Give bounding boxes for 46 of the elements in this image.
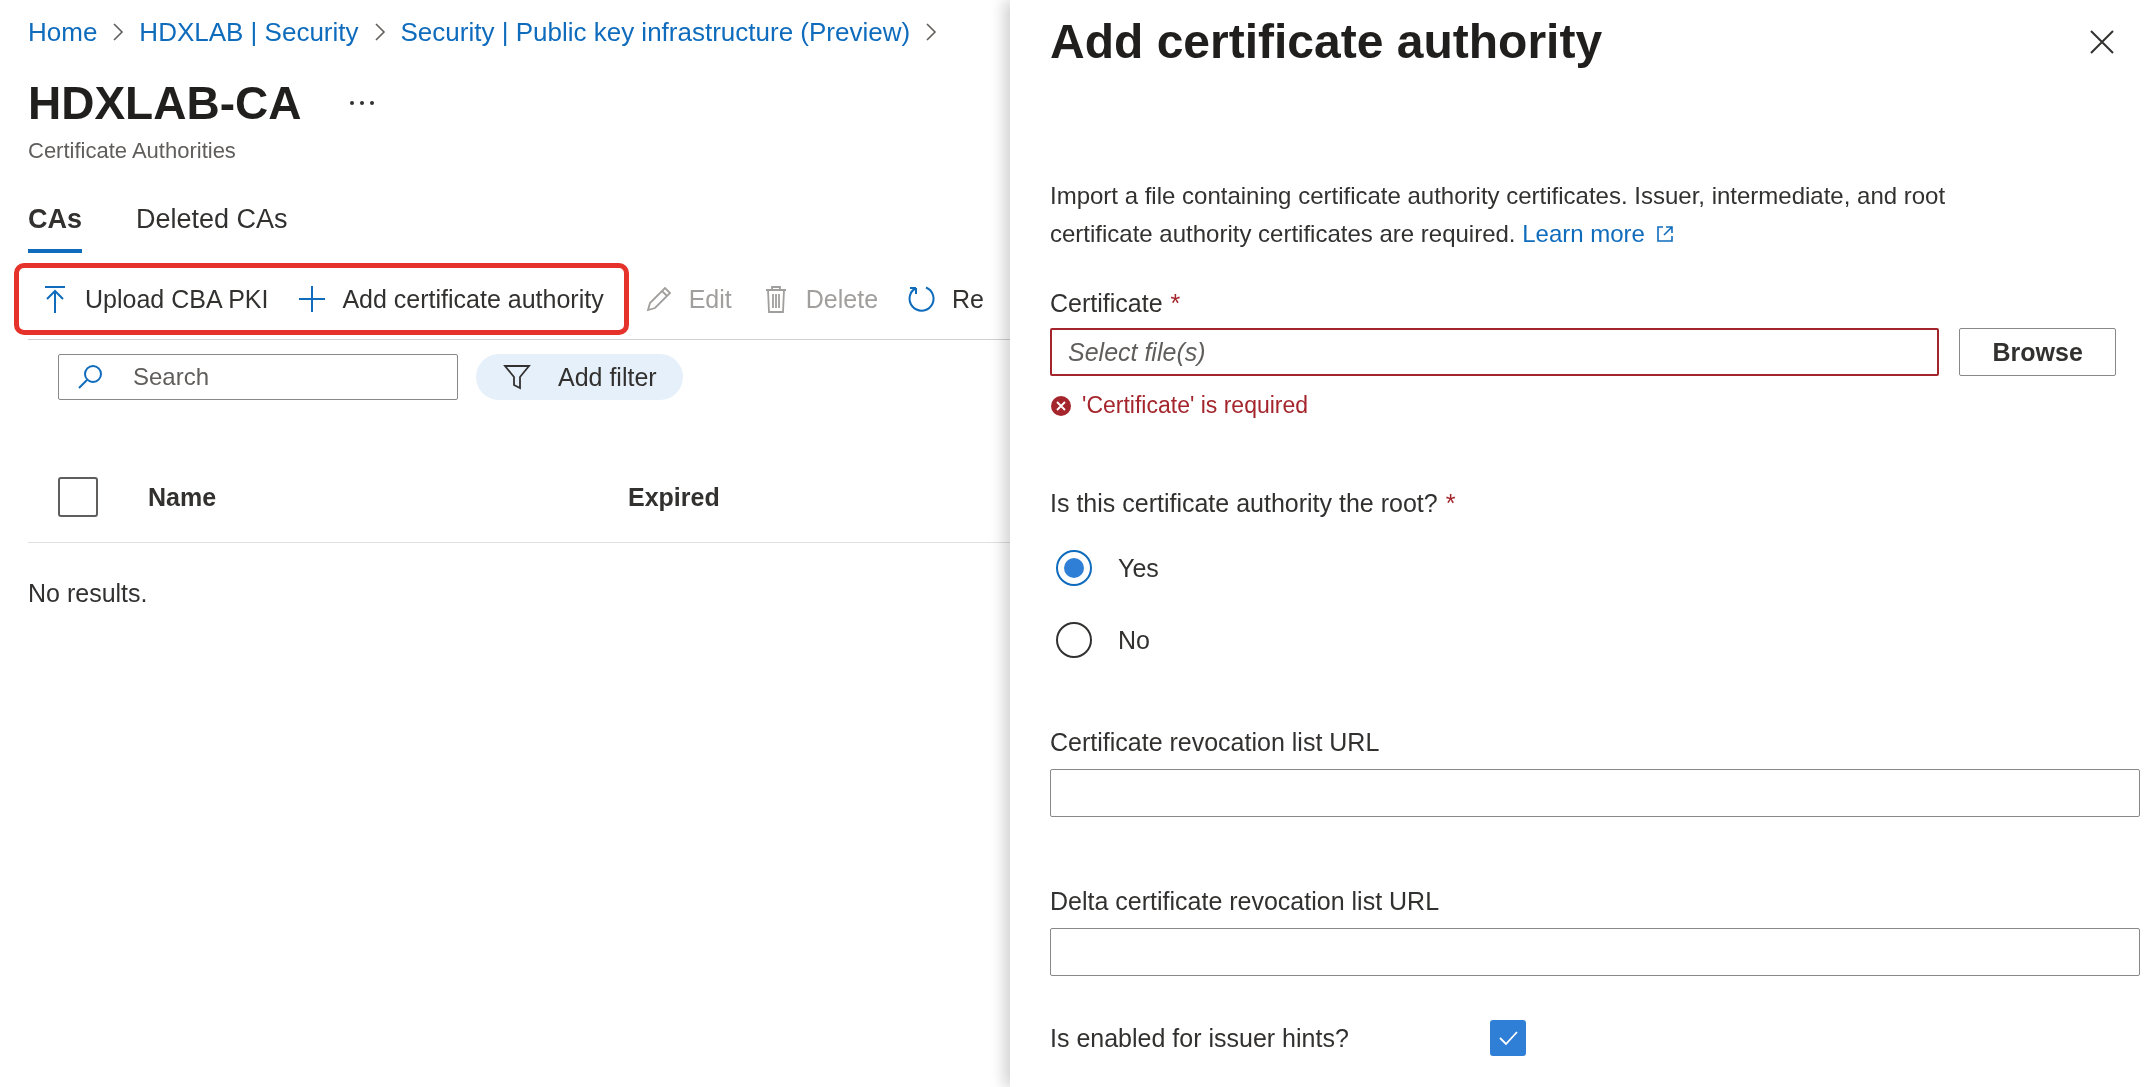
search-icon (76, 363, 104, 391)
field-label: Certificate revocation list URL (1050, 728, 1381, 757)
search-field[interactable]: Search (58, 354, 458, 400)
field-label: Is enabled for issuer hints? (1050, 1023, 1350, 1053)
radio-label: Yes (1118, 553, 1159, 583)
learn-more-link[interactable]: Learn more (1522, 220, 1645, 247)
radio-label: No (1118, 625, 1150, 655)
text-field[interactable] (1050, 928, 2140, 976)
field-label: Certificate * (1050, 289, 1182, 318)
chevron-icon (111, 22, 126, 42)
file-field[interactable]: Select file(s) (1050, 328, 1940, 376)
external-link-icon (1654, 224, 1675, 244)
field-label: Delta certificate revocation list URL (1050, 887, 1441, 916)
select-all-checkbox[interactable] (58, 477, 98, 517)
error-message: 'Certificate' is required (1082, 392, 1309, 419)
toolbar-button[interactable]: Upload CBA PKI (25, 274, 283, 324)
page-subtitle: Certificate Authorities (28, 138, 237, 164)
empty-message: No results. (28, 579, 149, 608)
field-label: Is this certificate authority the root? * (1050, 489, 1457, 518)
breadcrumb-link[interactable]: Home (28, 16, 98, 48)
close-button[interactable] (2088, 27, 2116, 56)
chevron-icon (372, 22, 387, 42)
column-header: Expired (628, 482, 720, 512)
error-icon (1050, 394, 1072, 417)
more-icon[interactable] (349, 100, 376, 106)
toolbar-button[interactable]: Re (892, 274, 998, 324)
tab[interactable]: CAs (28, 200, 82, 253)
description-text: Import a file containing certificate authority certificates. Issuer, intermediate, and root certificate authority certificates are required. Learn more (1050, 181, 1947, 249)
chevron-icon (924, 22, 939, 42)
text-field[interactable] (1050, 769, 2140, 817)
breadcrumb-link[interactable]: Security | Public key infrastructure (Preview) (400, 16, 911, 48)
toolbar-button[interactable]: Add certificate authority (282, 274, 618, 324)
checkbox[interactable] (1490, 1020, 1526, 1056)
required-mark: * (1445, 489, 1456, 517)
radio-button[interactable] (1056, 622, 1092, 658)
funnel-icon (502, 362, 532, 392)
tab[interactable]: Deleted CAs (136, 200, 288, 253)
column-header: Name (148, 482, 218, 512)
required-mark: * (1170, 289, 1181, 317)
browse-button[interactable]: Browse (1959, 328, 2116, 376)
panel-title: Add certificate authority (1050, 14, 1603, 69)
breadcrumb-link[interactable]: HDXLAB | Security (139, 16, 359, 48)
page-title: HDXLAB-CA (28, 76, 302, 130)
close-icon (2088, 27, 2116, 56)
radio-button[interactable] (1056, 550, 1092, 586)
filter-button[interactable]: Add filter (476, 354, 683, 400)
